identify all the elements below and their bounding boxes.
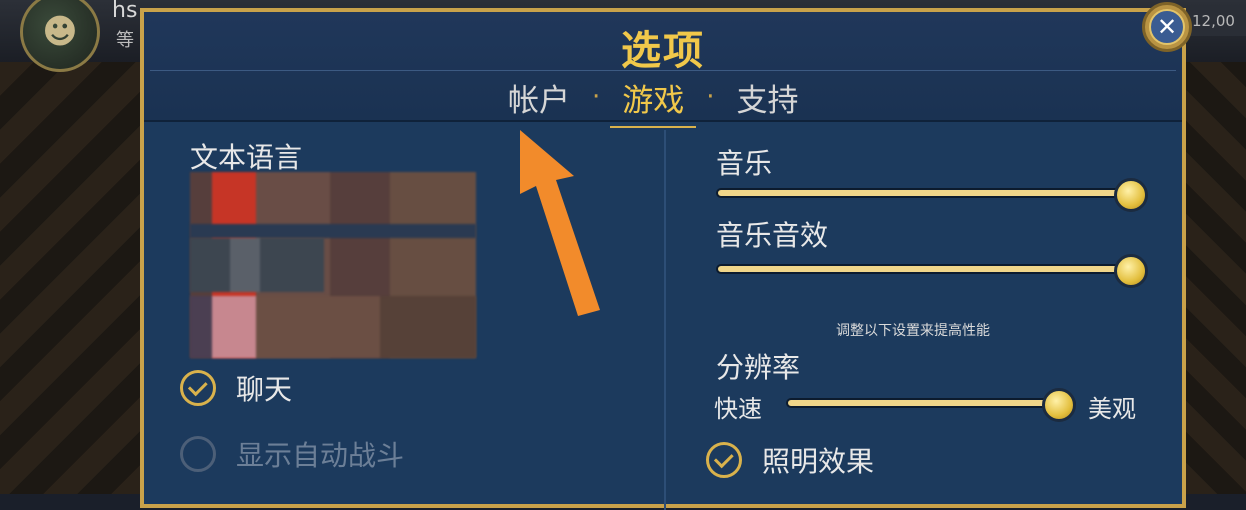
tab-separator: · <box>706 82 715 112</box>
chat-label: 聊天 <box>236 373 293 406</box>
close-button[interactable]: ✕ <box>1142 2 1192 52</box>
resolution-slider[interactable] <box>786 398 1076 408</box>
tab-account[interactable]: 帐户 <box>504 75 574 120</box>
redaction-band <box>190 224 476 238</box>
lighting-label: 照明效果 <box>762 445 875 478</box>
music-slider[interactable] <box>716 188 1134 198</box>
tab-support[interactable]: 支持 <box>733 75 803 120</box>
resolution-max-label: 美观 <box>1088 395 1136 423</box>
auto-battle-toggle[interactable]: 显示自动战斗 <box>180 434 404 474</box>
sound-effects-label: 音乐音效 <box>716 219 829 252</box>
music-label: 音乐 <box>716 147 773 180</box>
character-portrait-icon: ☻ <box>42 12 78 52</box>
sound-effects-slider[interactable] <box>716 264 1134 274</box>
resolution-label: 分辨率 <box>716 351 801 384</box>
player-name: hs <box>112 0 138 23</box>
close-icon: ✕ <box>1149 9 1185 45</box>
annotation-arrow-icon <box>520 130 600 316</box>
game-background-right <box>1186 62 1246 494</box>
player-level: 等 <box>116 30 134 51</box>
checkbox-checked-icon <box>180 370 216 406</box>
lighting-toggle[interactable]: 照明效果 <box>706 440 874 480</box>
performance-note: 调整以下设置来提高性能 <box>836 323 990 339</box>
game-background-left <box>0 62 140 494</box>
music-slider-handle[interactable] <box>1114 178 1148 212</box>
redaction-band <box>190 296 476 358</box>
checkbox-unchecked-icon <box>180 436 216 472</box>
column-divider <box>664 130 666 510</box>
text-language-label: 文本语言 <box>190 141 303 174</box>
checkbox-checked-icon <box>706 442 742 478</box>
resolution-slider-handle[interactable] <box>1042 388 1076 422</box>
options-tabs: 帐户 · 游戏 · 支持 <box>504 74 803 128</box>
dialog-title: 选项 <box>621 28 705 74</box>
tab-separator: · <box>592 82 601 112</box>
options-dialog: 选项 帐户 · 游戏 · 支持 文本语言 聊天 显示自动战斗 音乐 音乐音效 调… <box>140 8 1186 510</box>
title-divider <box>150 70 1176 71</box>
redaction-band <box>190 238 324 292</box>
resolution-min-label: 快速 <box>714 395 762 423</box>
sound-effects-slider-handle[interactable] <box>1114 254 1148 288</box>
tab-game[interactable]: 游戏 <box>610 75 697 128</box>
dialog-header: 选项 帐户 · 游戏 · 支持 <box>144 12 1182 128</box>
auto-battle-label: 显示自动战斗 <box>236 439 405 472</box>
chat-toggle[interactable]: 聊天 <box>180 368 292 408</box>
currency-display: 12,00 <box>1186 6 1246 36</box>
